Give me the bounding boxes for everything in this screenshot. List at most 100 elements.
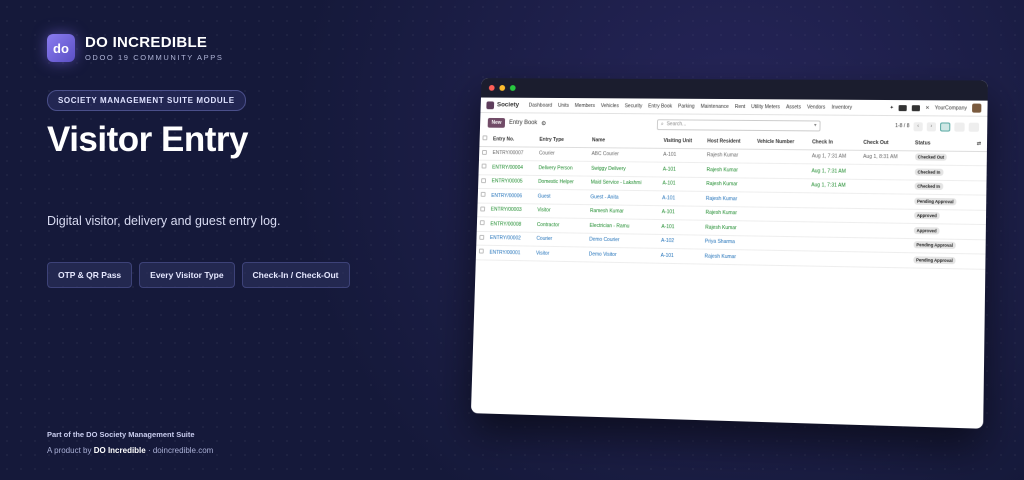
cell-vehicle xyxy=(753,163,808,178)
col-vehicle-number[interactable]: Vehicle Number xyxy=(754,135,809,149)
row-checkbox[interactable] xyxy=(481,192,486,197)
cell-host: Rajesh Kumar xyxy=(703,163,753,178)
row-checkbox[interactable] xyxy=(482,150,487,155)
select-all-checkbox[interactable] xyxy=(482,136,487,141)
menu-maintenance[interactable]: Maintenance xyxy=(701,103,729,109)
row-checkbox[interactable] xyxy=(481,178,486,183)
tools-icon[interactable]: ✕ xyxy=(925,105,929,111)
cell-type: Contractor xyxy=(534,218,587,233)
prev-page-icon[interactable]: ‹ xyxy=(913,122,922,131)
col-status[interactable]: Status xyxy=(912,136,974,151)
close-dot-icon[interactable] xyxy=(489,85,495,91)
cell-entry: ENTRY/00003 xyxy=(488,203,535,218)
cell-out xyxy=(859,208,911,223)
status-badge: Pending Approval xyxy=(913,256,956,264)
maximize-dot-icon[interactable] xyxy=(510,85,516,91)
col-check-out[interactable]: Check Out xyxy=(860,136,912,151)
chat-icon[interactable] xyxy=(899,105,907,111)
feature-pill: Check-In / Check-Out xyxy=(242,262,350,288)
page-title: Visitor Entry xyxy=(47,120,248,160)
entry-table: Entry No. Entry Type Name Visiting Unit … xyxy=(476,132,987,269)
col-check-in[interactable]: Check In xyxy=(809,135,861,149)
row-checkbox[interactable] xyxy=(479,235,484,240)
cell-entry: ENTRY/00008 xyxy=(487,217,534,232)
avatar[interactable] xyxy=(972,104,981,113)
cell-host: Rajesh Kumar xyxy=(703,191,753,206)
sparkle-icon[interactable]: ✦ xyxy=(890,105,894,111)
menu-assets[interactable]: Assets xyxy=(786,104,801,110)
pager-value[interactable]: 1-8 / 8 xyxy=(895,123,910,129)
cell-entry: ENTRY/00006 xyxy=(488,189,535,204)
pager: 1-8 / 8 ‹ › xyxy=(895,122,979,132)
col-host-resident[interactable]: Host Resident xyxy=(704,134,754,148)
footer-prefix: A product by xyxy=(47,446,91,455)
column-settings-icon[interactable]: ⇄ xyxy=(974,137,988,151)
tagline: Digital visitor, delivery and guest entr… xyxy=(47,214,280,228)
gear-icon[interactable]: ⚙ xyxy=(541,120,546,127)
list-view-icon[interactable] xyxy=(940,122,950,131)
breadcrumb: Entry Book xyxy=(509,120,537,126)
cell-unit: A-101 xyxy=(660,148,704,163)
minimize-dot-icon[interactable] xyxy=(499,85,505,91)
menu-rent[interactable]: Rent xyxy=(735,104,746,110)
footer-product-line: A product by DO Incredible · doincredibl… xyxy=(47,446,213,455)
search-input[interactable]: ⌕ Search... ▾ xyxy=(657,119,821,131)
status-badge: Checked In xyxy=(914,183,943,190)
menu-inventory[interactable]: Inventory xyxy=(831,104,852,110)
society-app-icon xyxy=(486,101,494,109)
status-badge: Pending Approval xyxy=(914,197,957,205)
col-name[interactable]: Name xyxy=(589,133,661,147)
menu-members[interactable]: Members xyxy=(575,102,595,108)
menu-vehicles[interactable]: Vehicles xyxy=(601,103,619,109)
cell-entry: ENTRY/00007 xyxy=(489,146,536,161)
cell-entry: ENTRY/00005 xyxy=(489,174,536,189)
row-checkbox[interactable] xyxy=(480,206,485,211)
col-visiting-unit[interactable]: Visiting Unit xyxy=(660,134,704,148)
cell-entry: ENTRY/00001 xyxy=(486,245,533,260)
row-checkbox[interactable] xyxy=(479,249,484,254)
menu-units[interactable]: Units xyxy=(558,102,569,108)
cell-type: Delivery Person xyxy=(535,161,588,176)
menu-security[interactable]: Security xyxy=(625,103,643,109)
cell-unit: A-101 xyxy=(658,220,702,235)
chevron-down-icon[interactable]: ▾ xyxy=(814,122,817,128)
cell-name: Demo Courier xyxy=(586,233,658,249)
col-entry-type[interactable]: Entry Type xyxy=(536,133,589,147)
kanban-view-icon[interactable] xyxy=(954,122,964,131)
feature-pills: OTP & QR Pass Every Visitor Type Check-I… xyxy=(47,262,350,288)
cell-type: Visitor xyxy=(534,203,587,218)
col-entry-no[interactable]: Entry No. xyxy=(490,133,537,147)
cell-unit: A-102 xyxy=(658,234,702,249)
cell-vehicle xyxy=(754,149,809,164)
cell-in xyxy=(807,207,859,222)
cell-name: Demo Visitor xyxy=(586,247,658,263)
next-page-icon[interactable]: › xyxy=(927,122,936,131)
menu-utility-meters[interactable]: Utility Meters xyxy=(751,104,780,110)
graph-view-icon[interactable] xyxy=(969,122,979,131)
menu-dashboard[interactable]: Dashboard xyxy=(529,102,553,108)
app-switcher[interactable]: Society xyxy=(486,101,519,109)
cell-name: Swiggy Delivery xyxy=(588,161,660,176)
cell-name: Ramesh Kumar xyxy=(587,204,659,219)
cell-vehicle xyxy=(751,250,807,266)
clock-icon[interactable] xyxy=(912,105,920,111)
menu-vendors[interactable]: Vendors xyxy=(807,104,826,110)
search-icon: ⌕ xyxy=(661,121,664,127)
cell-vehicle xyxy=(753,178,808,193)
status-badge: Approved xyxy=(913,227,939,235)
cell-unit: A-101 xyxy=(657,248,701,263)
status-badge: Checked Out xyxy=(915,154,948,161)
row-checkbox[interactable] xyxy=(480,220,485,225)
brand-name: DO INCREDIBLE xyxy=(85,35,223,51)
status-badge: Checked In xyxy=(914,168,943,175)
new-button[interactable]: New xyxy=(488,118,506,128)
cell-in: Aug 1, 7:31 AM xyxy=(809,149,861,164)
cell-type: Courier xyxy=(536,147,589,162)
row-checkbox[interactable] xyxy=(482,164,487,169)
menu-entry-book[interactable]: Entry Book xyxy=(648,103,672,109)
company-name[interactable]: YourCompany xyxy=(935,105,967,111)
footer-suite-line: Part of the DO Society Management Suite xyxy=(47,430,195,439)
menu-parking[interactable]: Parking xyxy=(678,103,695,109)
cell-in xyxy=(807,251,859,267)
search-placeholder: Search... xyxy=(667,121,687,127)
